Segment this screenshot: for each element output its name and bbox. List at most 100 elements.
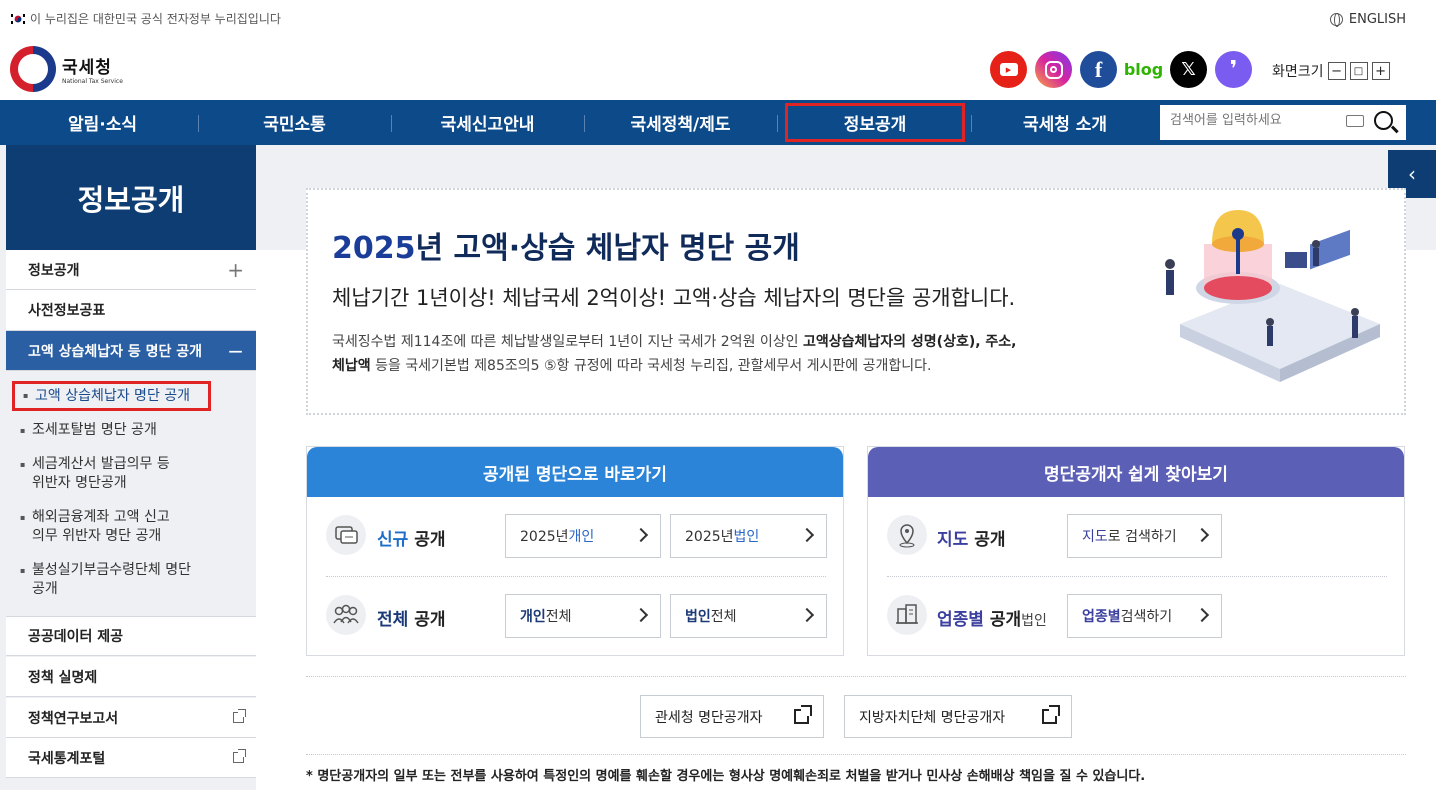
sidebar-item-disclosure[interactable]: 정보공개 + [6,250,256,290]
sidebar-item-stats-portal[interactable]: 국세통계포털 [6,738,256,778]
submenu-delinquent-list[interactable]: 고액 상습체납자 명단 공개 [12,381,212,411]
nav-communication[interactable]: 국민소통 [198,100,391,145]
english-label: ENGLISH [1348,12,1406,27]
nav-tax-filing[interactable]: 국세신고안내 [391,100,584,145]
external-link-icon [1042,705,1060,724]
top-utility-bar: 이 누리집은 대한민국 공식 전자정부 누리집입니다 ENGLISH [0,0,1436,40]
sidebar-title: 정보공개 [6,145,256,250]
label-text: 공개 [408,530,446,550]
desc-bold: 체납액 [332,358,371,374]
submenu-line: 세금계산서 발급의무 등 [32,456,170,472]
map-pin-icon [887,515,927,555]
desc-text: 국세징수법 제114조에 따른 체납발생일로부터 1년이 지난 국세가 2억원 … [332,334,803,350]
submenu-donation-org[interactable]: 불성실기부금수령단체 명단 공개 [20,561,192,599]
banner-title: 2025년 고액·상습 체납자 명단 공개 [332,223,800,267]
chevron-right-icon [633,527,649,543]
all-individual-button[interactable]: 개인 전체 [505,594,661,638]
submenu-tax-evader[interactable]: 조세포탈범 명단 공개 [20,421,157,440]
button-highlight: 지도 [1082,529,1108,545]
map-disclosure-label: 지도 공개 [937,525,1005,550]
all-disclosure-label: 전체 공개 [377,605,445,630]
chevron-right-icon [633,607,649,623]
button-text: 검색하기 [1120,609,1173,625]
english-link[interactable]: ENGLISH [1329,12,1406,27]
sidebar-item-label: 정보공개 [28,262,80,279]
sidebar-item-label: 사전정보공표 [28,303,106,319]
industry-disclosure-label: 업종별 공개법인 [937,605,1047,630]
submenu-invoice-violator[interactable]: 세금계산서 발급의무 등 위반자 명단공개 [20,455,170,493]
search-icon[interactable] [1374,111,1393,130]
button-text: 전체 [710,609,737,625]
nav-disclosure[interactable]: 정보공개 [785,103,965,142]
map-search-button[interactable]: 지도 로 검색하기 [1067,514,1222,558]
button-text: 로 검색하기 [1107,529,1177,545]
all-corporate-button[interactable]: 법인 전체 [670,594,827,638]
nts-logo[interactable]: 국세청 National Tax Service [10,46,123,92]
sidebar-item-label: 공공데이터 제공 [28,629,124,645]
alarm-illustration [1165,210,1380,382]
nav-about[interactable]: 국세청 소개 [971,100,1159,145]
button-highlight: 업종별 [1082,609,1121,625]
taegeuk-logo-icon [10,46,56,92]
nav-news[interactable]: 알림·소식 [0,100,205,145]
zoom-reset-button[interactable]: □ [1349,62,1368,80]
submenu-line: 해외금융계좌 고액 신고 [32,509,170,525]
sidebar-item-label: 국세통계포털 [28,750,106,767]
submenu-line: 공개 [32,581,58,597]
industry-search-button[interactable]: 업종별 검색하기 [1067,594,1222,638]
section-divider [306,676,1406,677]
sidebar-item-pre-disclosure[interactable]: 사전정보공표 [6,290,256,331]
instagram-icon[interactable] [1035,51,1072,88]
blog-icon[interactable]: blog [1124,51,1163,88]
section-divider [306,754,1406,755]
sidebar-item-public-data[interactable]: 공공데이터 제공 [6,616,256,656]
new-corporate-button[interactable]: 2025년 법인 [670,514,827,558]
new-individual-button[interactable]: 2025년 개인 [505,514,661,558]
customs-list-link[interactable]: 관세청 명단공개자 [640,695,824,738]
logo-subtitle: National Tax Service [62,78,123,85]
submenu-line: 의무 위반자 명단 공개 [32,528,162,544]
nav-policy[interactable]: 국세정책/제도 [584,100,777,145]
taegukgi-icon [10,12,26,25]
label-small: 법인 [1021,613,1047,629]
zoom-out-button[interactable]: − [1327,62,1346,80]
button-text: 2025년 [520,529,569,545]
label-highlight: 신규 [377,530,409,550]
legal-notice: * 명단공개자의 일부 또는 전부를 사용하여 특정인의 명예를 훼손할 경우에… [306,769,1146,784]
external-link-icon [233,709,246,723]
new-disclosure-label: 신규 공개 [377,525,445,550]
zoom-label: 화면크기 [1272,64,1324,80]
chevron-right-icon [799,527,815,543]
x-icon[interactable]: 𝕏 [1170,51,1207,88]
kakao-story-icon[interactable]: ❜ [1215,51,1252,88]
submenu-line: 위반자 명단공개 [32,475,127,491]
local-gov-list-link[interactable]: 지방자치단체 명단공개자 [844,695,1072,738]
banner-title-year: 2025 [332,231,416,266]
button-bold: 개인 [520,609,546,625]
facebook-icon[interactable]: f [1080,51,1117,88]
youtube-icon[interactable]: ▶ [990,51,1027,88]
logo-name: 국세청 [62,58,112,78]
disclosure-banner: 2025년 고액·상습 체납자 명단 공개 체납기간 1년이상! 체납국세 2억… [306,188,1406,415]
sidebar-item-label: 정책 실명제 [28,669,98,686]
row-divider [326,576,826,577]
button-bold: 법인 [685,609,711,625]
gov-notice[interactable]: 이 누리집은 대한민국 공식 전자정부 누리집입니다 [10,10,281,27]
collapse-icon: − [227,338,244,363]
chat-bubble-icon [326,515,366,555]
sidebar-item-research[interactable]: 정책연구보고서 [6,698,256,738]
submenu-line: 불성실기부금수령단체 명단 [32,562,192,578]
virtual-keyboard-icon[interactable] [1346,115,1364,127]
chevron-right-icon [1194,527,1210,543]
search-input[interactable] [1170,113,1340,128]
zoom-in-button[interactable]: + [1371,62,1390,80]
chevron-right-icon [799,607,815,623]
chevron-right-icon [1194,607,1210,623]
panel-title: 명단공개자 쉽게 찾아보기 [868,447,1404,497]
label-highlight: 업종별 [937,610,984,630]
sidebar-item-policy-realname[interactable]: 정책 실명제 [6,657,256,697]
sidebar-item-delinquent[interactable]: 고액 상습체납자 등 명단 공개 − [6,331,256,371]
globe-icon [1329,13,1343,27]
published-list-panel: 공개된 명단으로 바로가기 신규 공개 2025년 개인 2025년 법인 전체… [306,446,844,656]
submenu-foreign-account[interactable]: 해외금융계좌 고액 신고 의무 위반자 명단 공개 [20,508,170,546]
